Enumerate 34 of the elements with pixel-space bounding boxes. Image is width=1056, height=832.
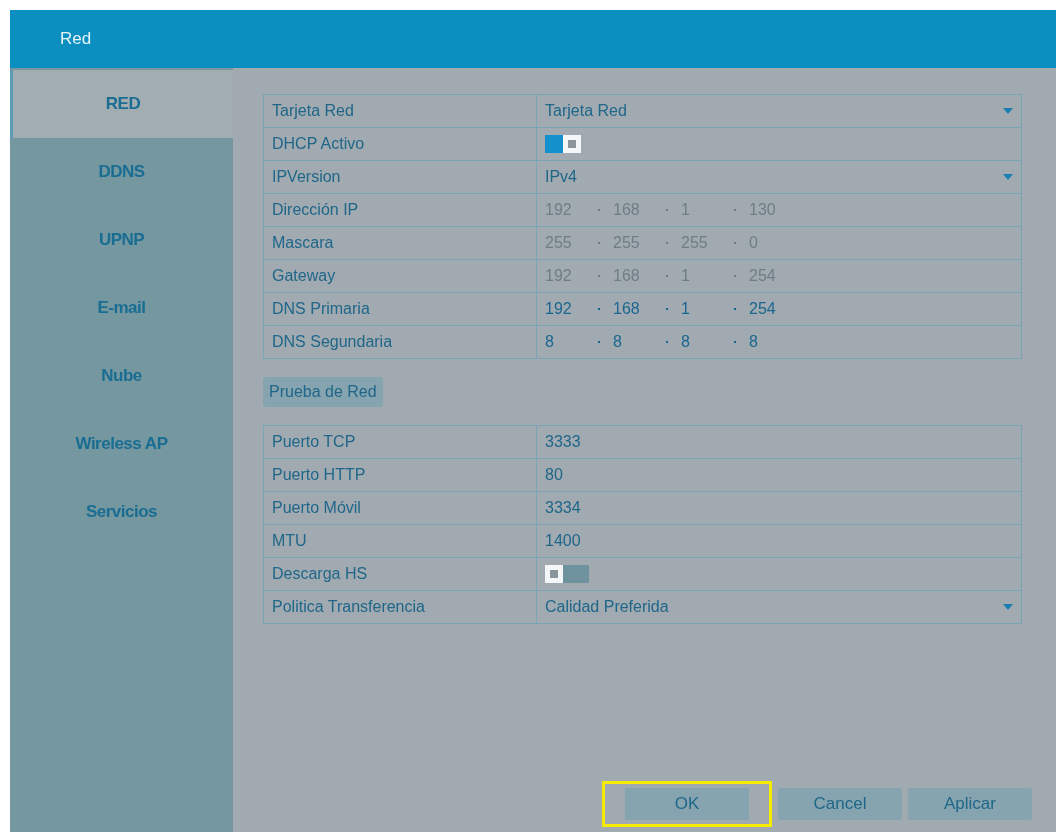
value-field[interactable]: 3333 [545,433,581,450]
dropdown-caret-icon [1003,604,1013,610]
dialog-button[interactable]: Aplicar [908,788,1032,820]
field-label: Politica Transferencia [272,598,425,615]
sidebar-tab[interactable]: Servicios [10,478,233,546]
field-label: MTU [272,532,307,549]
field-label: Mascara [272,234,334,251]
value-field[interactable]: 80 [545,466,563,483]
value-field[interactable]: 1400 [545,532,581,549]
field-label: Tarjeta Red [272,102,354,119]
sidebar-tab[interactable]: DDNS [10,138,233,206]
sidebar-tab[interactable]: RED [10,70,233,138]
field-label: DNS Primaria [272,300,370,317]
dialog-button[interactable]: OK [602,781,772,827]
field-label: Gateway [272,267,336,284]
field-label: IPVersion [272,168,341,185]
field-label: Dirección IP [272,201,359,218]
value-field[interactable]: 3334 [545,499,581,516]
window-title: Red [60,29,92,49]
sidebar-tab[interactable]: E-mail [10,274,233,342]
sidebar-tab[interactable]: Wireless AP [10,410,233,478]
field-label: DHCP Activo [272,135,365,152]
field-label: Descarga HS [272,565,368,582]
field-label: Puerto HTTP [272,466,366,483]
field-label: DNS Segundaria [272,333,393,350]
network-test-button[interactable]: Prueba de Red [263,377,383,407]
dialog-button[interactable]: Cancel [778,788,902,820]
field-label: Puerto Móvil [272,499,361,516]
toggle-switch[interactable] [545,565,589,583]
field-label: Puerto TCP [272,433,356,450]
dropdown-caret-icon [1003,174,1013,180]
sidebar-tab[interactable]: UPNP [10,206,233,274]
sidebar-tab[interactable]: Nube [10,342,233,410]
dropdown-caret-icon [1003,108,1013,114]
